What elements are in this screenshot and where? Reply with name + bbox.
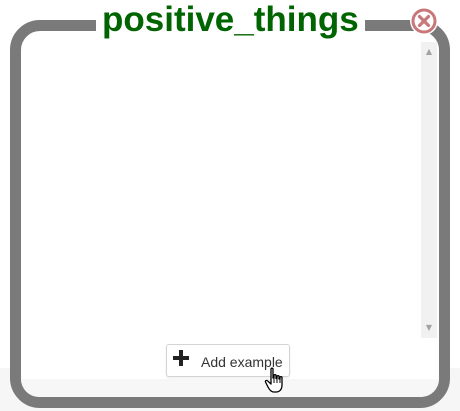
panel-footer-area <box>21 379 439 397</box>
scroll-up-arrow-icon[interactable]: ▲ <box>421 45 437 59</box>
scroll-down-arrow-icon[interactable]: ▼ <box>421 321 437 335</box>
add-example-button[interactable]: Add example <box>166 344 290 377</box>
vertical-scrollbar[interactable]: ▲ ▼ <box>421 42 437 338</box>
panel-title: positive_things <box>96 0 365 40</box>
add-example-label: Add example <box>201 354 283 370</box>
close-icon[interactable] <box>410 7 438 35</box>
plus-icon <box>172 349 190 367</box>
example-panel-window: positive_things ▲ ▼ Add example <box>0 0 460 411</box>
